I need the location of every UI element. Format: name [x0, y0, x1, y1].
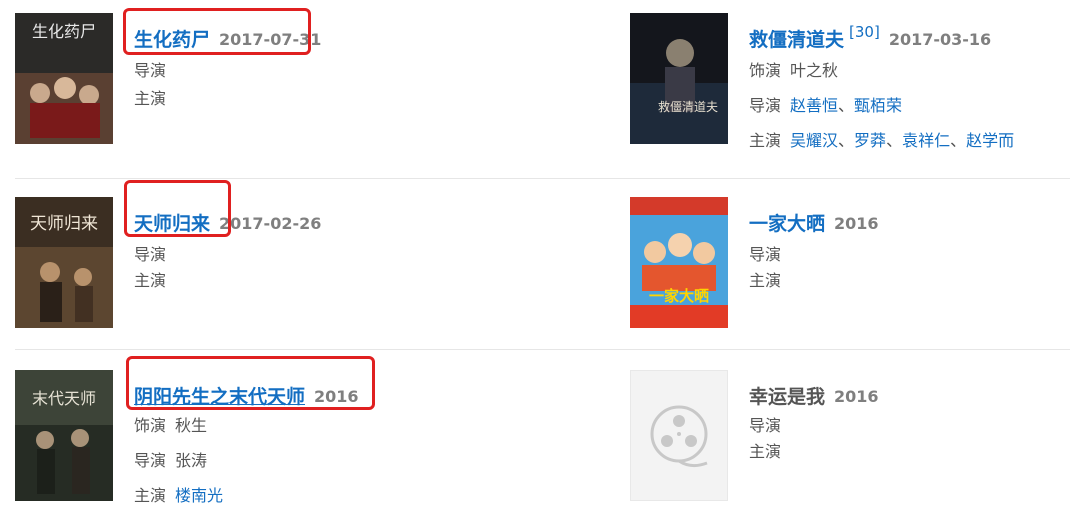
director-row: 导演 [749, 412, 781, 436]
poster-title-text: 救僵清道夫 [658, 99, 718, 114]
poster-title-text: 一家大晒 [649, 287, 709, 305]
director-row: 导演 张涛 [134, 447, 207, 471]
cast-label: 主演 [749, 131, 782, 150]
director-label: 导演 [749, 96, 782, 115]
title-row: 一家大晒 2016 [749, 209, 879, 236]
highlight-box [126, 356, 375, 410]
cast-label: 主演 [134, 271, 167, 290]
poster-placeholder[interactable] [630, 370, 728, 501]
director-label: 导演 [134, 61, 167, 80]
citation-link[interactable]: [30] [849, 23, 880, 41]
director-link[interactable]: 赵善恒 [790, 96, 838, 115]
role-label: 饰演 [749, 61, 782, 80]
role-row: 饰演 叶之秋 [749, 57, 838, 81]
poster-title-text: 天师归来 [30, 214, 98, 234]
cast-row: 主演 [134, 85, 166, 109]
movie-poster[interactable]: 救僵清道夫 [630, 13, 728, 144]
title-row: 幸运是我 2016 [749, 382, 879, 409]
cast-row: 主演 [749, 438, 781, 462]
cast-link[interactable]: 楼南光 [175, 486, 223, 505]
movie-poster[interactable]: 生化药尸 [15, 13, 113, 144]
release-date: 2016 [834, 387, 879, 406]
cast-link[interactable]: 赵学而 [966, 131, 1014, 150]
cast-label: 主演 [749, 271, 782, 290]
movie-card-6: 幸运是我 2016 导演 主演 [630, 370, 1070, 520]
highlight-box [124, 180, 231, 237]
movie-title-link[interactable]: 一家大晒 [749, 213, 825, 235]
cast-row: 主演 [134, 267, 166, 291]
film-reel-icon [650, 405, 708, 468]
separator: 、 [950, 131, 967, 150]
role-value: 秋生 [175, 416, 208, 435]
cast-row: 主演 楼南光 [134, 482, 223, 506]
cast-label: 主演 [134, 486, 167, 505]
row-divider [15, 349, 1070, 350]
movie-card-3: 天师归来 天师归来 2017-02-26 导演 主演 [15, 197, 515, 347]
director-value: 张涛 [175, 451, 208, 470]
movie-card-4: 一家大晒 一家大晒 2016 导演 主演 [630, 197, 1070, 347]
movie-card-2: 救僵清道夫 救僵清道夫 [30] 2017-03-16 饰演 叶之秋 导演 赵善恒、甄栢… [630, 13, 1070, 163]
separator: 、 [886, 131, 903, 150]
cast-link[interactable]: 吴耀汉 [790, 131, 838, 150]
movie-poster[interactable]: 末代天师 [15, 370, 113, 501]
poster-title-text: 末代天师 [32, 389, 96, 408]
cast-link[interactable]: 罗莽 [854, 131, 886, 150]
movie-poster[interactable]: 一家大晒 [630, 197, 728, 328]
release-date: 2016 [834, 214, 879, 233]
row-divider [15, 178, 1070, 179]
director-label: 导演 [134, 245, 167, 264]
director-link[interactable]: 甄栢荣 [854, 96, 902, 115]
director-row: 导演 [134, 241, 166, 265]
movie-title-link[interactable]: 救僵清道夫 [749, 29, 844, 51]
director-row: 导演 [749, 241, 781, 265]
director-label: 导演 [749, 245, 782, 264]
role-row: 饰演 秋生 [134, 412, 207, 436]
release-date: 2017-03-16 [888, 30, 992, 49]
cast-link[interactable]: 袁祥仁 [902, 131, 950, 150]
separator: 、 [838, 131, 855, 150]
highlight-box [123, 8, 311, 55]
director-label: 导演 [134, 451, 167, 470]
cast-row: 主演 吴耀汉、罗莽、袁祥仁、赵学而 [749, 127, 1014, 151]
director-label: 导演 [749, 416, 782, 435]
movie-poster[interactable]: 天师归来 [15, 197, 113, 328]
cast-label: 主演 [749, 442, 782, 461]
movie-title: 幸运是我 [749, 386, 826, 408]
director-row: 导演 [134, 57, 166, 81]
cast-row: 主演 [749, 267, 781, 291]
separator: 、 [838, 96, 855, 115]
poster-title-text: 生化药尸 [32, 22, 96, 41]
release-date: 2017-02-26 [219, 214, 322, 233]
title-row: 救僵清道夫 [30] 2017-03-16 [749, 23, 992, 52]
cast-label: 主演 [134, 89, 167, 108]
role-label: 饰演 [134, 416, 167, 435]
director-row: 导演 赵善恒、甄栢荣 [749, 92, 902, 116]
role-value: 叶之秋 [790, 61, 839, 80]
